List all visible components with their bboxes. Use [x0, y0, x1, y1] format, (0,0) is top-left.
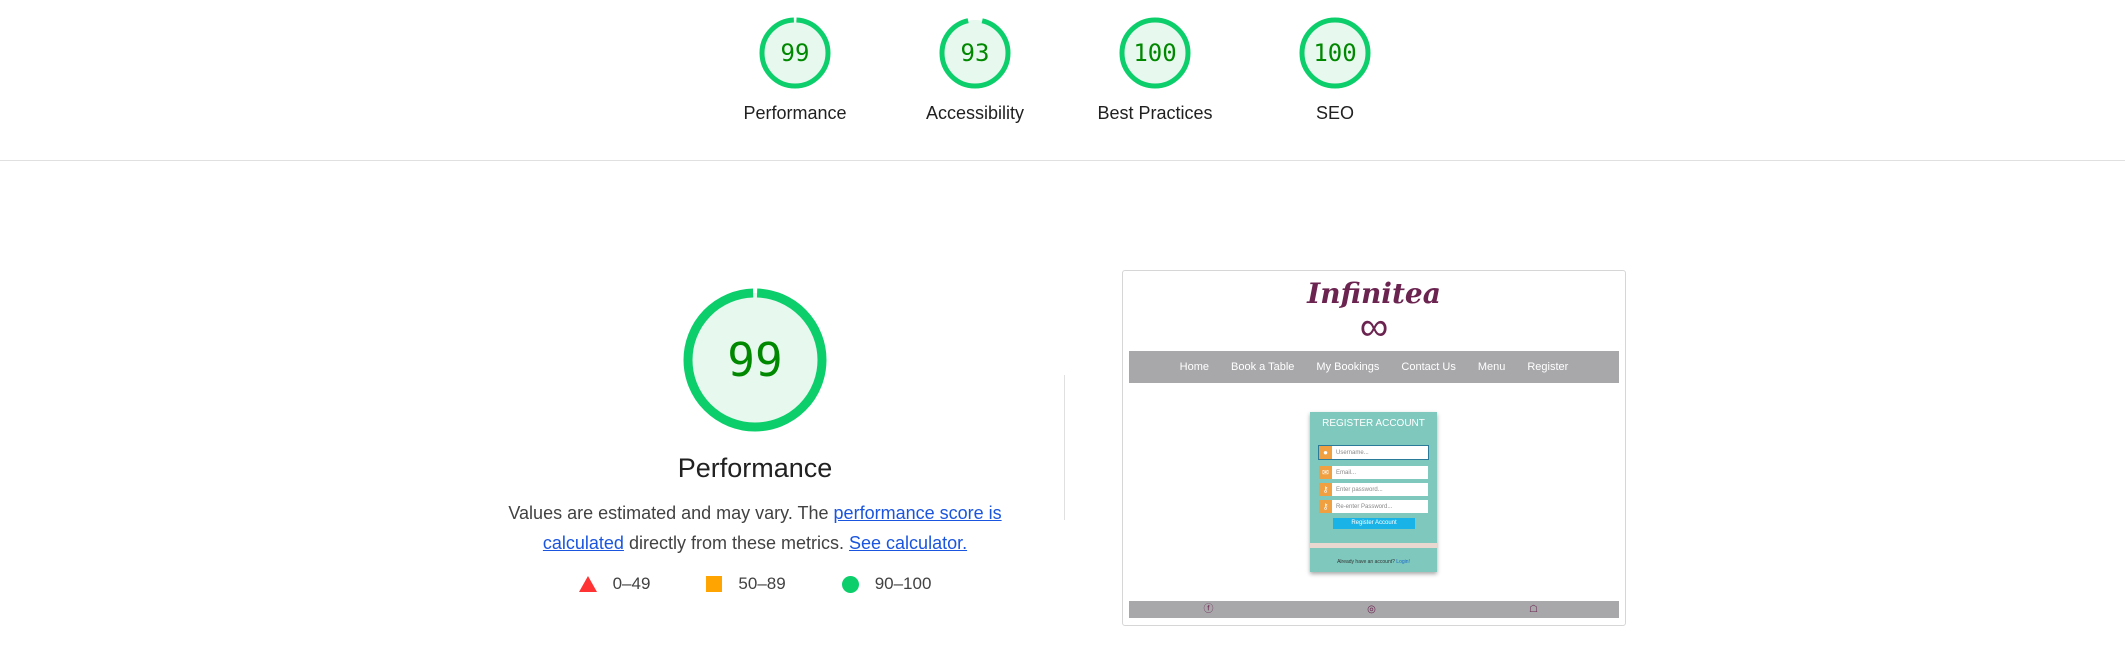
confirm-password-field: ⚷ Re-enter Password... [1319, 500, 1428, 513]
triangle-icon [578, 576, 597, 592]
nav-contact-us: Contact Us [1401, 361, 1456, 373]
key-icon: ⚷ [1319, 500, 1332, 513]
gauge-accessibility-ring: 93 [939, 17, 1011, 89]
performance-section: 99 Performance Values are estimated and … [500, 285, 1010, 594]
square-icon [706, 576, 723, 592]
gauge-seo-score: 100 [1313, 39, 1356, 67]
see-calculator-link[interactable]: See calculator. [849, 533, 967, 553]
legend-pass: 90–100 [841, 574, 932, 594]
register-card: REGISTER ACCOUNT ● Username... ✉ Email... … [1310, 412, 1437, 572]
nav-home: Home [1179, 361, 1210, 373]
register-footer: Already have an account? Login! [1337, 559, 1410, 565]
gauge-best-practices-ring: 100 [1119, 17, 1191, 89]
site-footer: ⓕ ◎ ☖ [1129, 601, 1619, 618]
nav-menu: Menu [1477, 361, 1506, 373]
user-icon: ● [1319, 446, 1332, 459]
gauge-performance-label: Performance [743, 103, 847, 123]
register-title: REGISTER ACCOUNT [1322, 418, 1425, 429]
section-divider [1064, 375, 1065, 520]
snapchat-icon: ☖ [1529, 604, 1538, 615]
performance-title: Performance [677, 453, 833, 483]
performance-score: 99 [727, 333, 782, 387]
register-strip [1310, 543, 1437, 548]
infinity-icon: ∞ [1359, 305, 1389, 349]
gauge-accessibility-score: 93 [961, 39, 990, 67]
gauge-best-practices[interactable]: 100 Best Practices [1075, 15, 1235, 124]
email-field: ✉ Email... [1319, 466, 1428, 479]
gauge-performance[interactable]: 99 Performance [715, 15, 875, 124]
gauge-performance-score: 99 [781, 39, 810, 67]
description-middle: directly from these metrics. [623, 533, 850, 553]
gauge-accessibility-label: Accessibility [925, 103, 1025, 123]
gauge-best-practices-label: Best Practices [1097, 103, 1213, 123]
final-screenshot[interactable]: Infinitea ∞ Home Book a Table My Booking… [1122, 270, 1626, 626]
site-navbar: Home Book a Table My Bookings Contact Us… [1129, 351, 1619, 383]
legend-fail-range: 0–49 [612, 574, 651, 593]
nav-register: Register [1527, 361, 1569, 373]
description-prefix: Values are estimated and may vary. The [508, 503, 834, 523]
facebook-icon: ⓕ [1203, 604, 1214, 615]
login-link: Login! [1396, 559, 1410, 565]
score-summary: 99 Performance 93 Accessibility 100 Best… [0, 0, 2125, 161]
legend-fail: 0–49 [578, 574, 651, 594]
score-legend: 0–49 50–89 90–100 [500, 574, 1010, 594]
gauge-accessibility[interactable]: 93 Accessibility [895, 15, 1055, 124]
legend-pass-range: 90–100 [874, 574, 932, 593]
gauge-seo[interactable]: 100 SEO [1255, 15, 1415, 124]
password-field: ⚷ Enter password... [1319, 483, 1428, 496]
register-account-button: Register Account [1333, 518, 1415, 529]
gauge-best-practices-score: 100 [1133, 39, 1176, 67]
gauge-seo-ring: 100 [1299, 17, 1371, 89]
nav-my-bookings: My Bookings [1316, 361, 1380, 373]
nav-book-a-table: Book a Table [1231, 361, 1295, 373]
gauge-seo-label: SEO [1315, 103, 1354, 123]
key-icon: ⚷ [1319, 483, 1332, 496]
gauge-performance-ring: 99 [759, 17, 831, 89]
performance-description: Values are estimated and may vary. The p… [500, 498, 1010, 558]
email-icon: ✉ [1319, 466, 1332, 479]
legend-average: 50–89 [706, 574, 786, 594]
legend-average-range: 50–89 [738, 574, 786, 593]
instagram-icon: ◎ [1367, 604, 1376, 615]
circle-icon [841, 575, 859, 593]
performance-gauge: 99 [683, 288, 827, 432]
username-field: ● Username... [1318, 445, 1429, 460]
